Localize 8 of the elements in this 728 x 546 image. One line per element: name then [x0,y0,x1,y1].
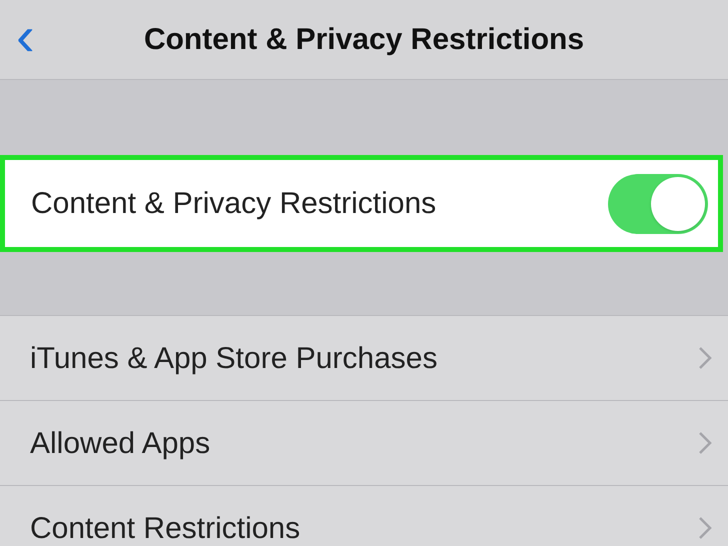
toggle-label: Content & Privacy Restrictions [31,186,436,222]
chevron-icon [698,431,712,455]
settings-row[interactable]: Allowed Apps [0,401,728,486]
window-title: Content & Privacy Restrictions [144,22,584,58]
chevron-icon [698,346,712,370]
chevron-icon [698,516,712,540]
settings-row[interactable]: iTunes & App Store Purchases [0,316,728,401]
settings-row[interactable]: Content Restrictions [0,486,728,546]
